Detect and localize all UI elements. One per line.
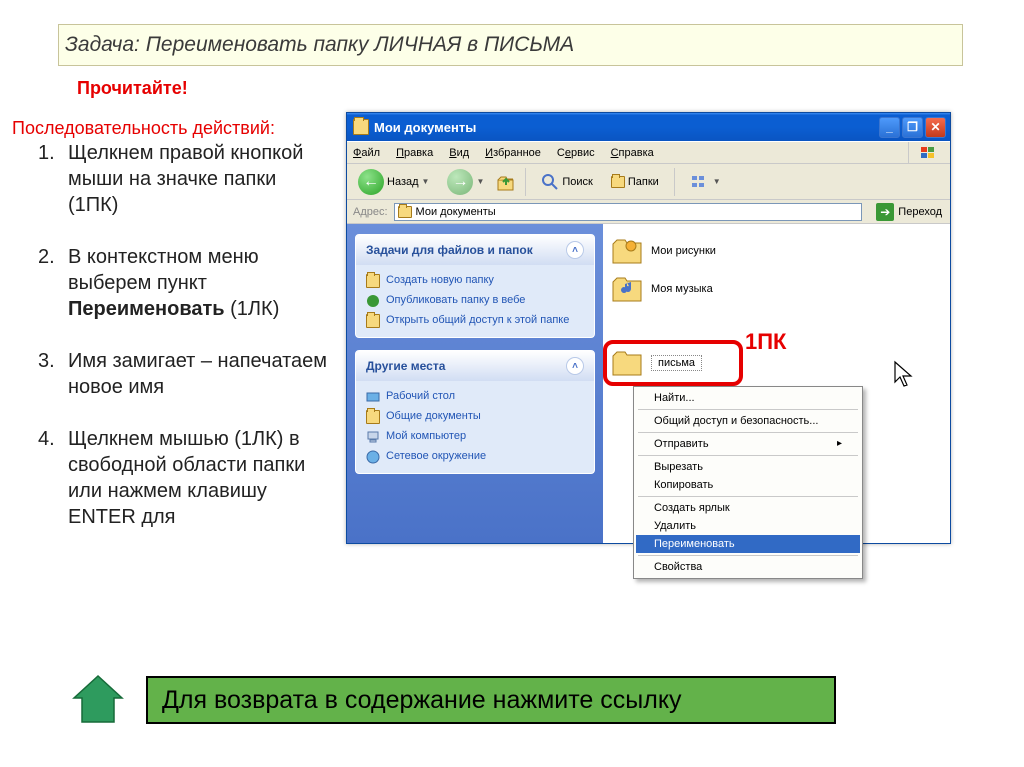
place-network[interactable]: Сетевое окружение [366, 447, 584, 467]
read-heading: Прочитайте! [77, 78, 188, 99]
step-1: Щелкнем правой кнопкой мыши на значке па… [38, 140, 328, 218]
place-my-computer[interactable]: Мой компьютер [366, 427, 584, 447]
search-icon [541, 173, 559, 191]
annotation-1pk: 1ПК [745, 329, 786, 355]
views-button[interactable]: ▼ [683, 170, 728, 194]
folder-icon [353, 119, 369, 135]
folder-view[interactable]: Мои рисунки Моя музыка 1ПК письма Найти.… [603, 224, 950, 543]
ctx-send-to[interactable]: Отправить [636, 435, 860, 453]
folder-music[interactable]: Моя музыка [611, 270, 942, 308]
ctx-properties[interactable]: Свойства [636, 558, 860, 576]
back-icon: ← [358, 169, 384, 195]
forward-button[interactable]: →▼ [440, 166, 491, 198]
window-title: Мои документы [374, 120, 879, 135]
task-share-folder[interactable]: Открыть общий доступ к этой папке [366, 311, 584, 331]
menu-tools[interactable]: Сервис [557, 147, 595, 159]
task-banner: Задача: Переименовать папку ЛИЧНАЯ в ПИС… [58, 24, 963, 66]
folder-rename-input[interactable]: письма [651, 355, 702, 371]
ctx-find[interactable]: Найти... [636, 389, 860, 407]
step-3: Имя замигает – напечатаем новое имя [38, 348, 328, 400]
ctx-delete[interactable]: Удалить [636, 517, 860, 535]
close-button[interactable]: ✕ [925, 117, 946, 138]
address-input[interactable]: Мои документы [394, 203, 863, 221]
task-pane: Задачи для файлов и папок ˄ Создать нову… [347, 224, 603, 543]
cursor-icon [893, 360, 915, 388]
menu-view[interactable]: Вид [449, 147, 469, 159]
collapse-icon[interactable]: ˄ [566, 241, 584, 259]
toolbar: ← Назад▼ →▼ Поиск Папки ▼ [347, 163, 950, 199]
task-publish-web[interactable]: Опубликовать папку в вебе [366, 291, 584, 311]
ctx-copy[interactable]: Копировать [636, 476, 860, 494]
ctx-shortcut[interactable]: Создать ярлык [636, 499, 860, 517]
folder-icon [398, 206, 412, 218]
collapse-icon[interactable]: ˄ [566, 357, 584, 375]
search-button[interactable]: Поиск [534, 170, 599, 194]
ctx-rename[interactable]: Переименовать [636, 535, 860, 553]
minimize-button[interactable]: _ [879, 117, 900, 138]
step-4: Щелкнем мышью (1ЛК) в свободной области … [38, 426, 328, 530]
folder-icon [611, 176, 625, 188]
return-banner[interactable]: Для возврата в содержание нажмите ссылку [146, 676, 836, 724]
forward-icon: → [447, 169, 473, 195]
go-button[interactable]: ➔ Переход [868, 200, 950, 224]
ctx-sharing[interactable]: Общий доступ и безопасность... [636, 412, 860, 430]
explorer-window: Мои документы _ ❐ ✕ Файл Правка Вид Избр… [346, 112, 951, 544]
task-create-folder[interactable]: Создать новую папку [366, 271, 584, 291]
home-icon[interactable] [66, 672, 130, 728]
ctx-cut[interactable]: Вырезать [636, 458, 860, 476]
step-2: В контекстном меню выберем пункт Переиме… [38, 244, 328, 322]
folder-letters-highlighted[interactable]: письма [603, 340, 743, 386]
menu-edit[interactable]: Правка [396, 147, 433, 159]
place-shared-docs[interactable]: Общие документы [366, 407, 584, 427]
other-places-group: Другие места ˄ Рабочий стол Общие докуме… [355, 350, 595, 474]
address-bar: Адрес: Мои документы ➔ Переход [347, 199, 950, 223]
menu-help[interactable]: Справка [611, 147, 654, 159]
views-icon [690, 173, 710, 191]
back-button[interactable]: ← Назад▼ [351, 166, 436, 198]
task-label: Задача: [65, 33, 140, 56]
menu-file[interactable]: Файл [353, 147, 380, 159]
sequence-heading: Последовательность действий: [12, 118, 275, 139]
menu-fav[interactable]: Избранное [485, 147, 541, 159]
windows-flag-icon [908, 142, 946, 164]
context-menu: Найти... Общий доступ и безопасность... … [633, 386, 863, 579]
menu-bar: Файл Правка Вид Избранное Сервис Справка [347, 141, 950, 163]
task-text: Переименовать папку ЛИЧНАЯ в ПИСЬМА [146, 33, 574, 56]
window-titlebar[interactable]: Мои документы _ ❐ ✕ [347, 113, 950, 141]
folder-pictures[interactable]: Мои рисунки [611, 232, 942, 270]
maximize-button[interactable]: ❐ [902, 117, 923, 138]
tasks-group: Задачи для файлов и папок ˄ Создать нову… [355, 234, 595, 338]
up-folder-button[interactable] [495, 171, 517, 193]
place-desktop[interactable]: Рабочий стол [366, 387, 584, 407]
tasks-header[interactable]: Задачи для файлов и папок ˄ [356, 235, 594, 265]
instruction-steps: Щелкнем правой кнопкой мыши на значке па… [38, 140, 328, 556]
address-label: Адрес: [353, 206, 388, 218]
folders-button[interactable]: Папки [604, 173, 666, 191]
places-header[interactable]: Другие места ˄ [356, 351, 594, 381]
go-arrow-icon: ➔ [876, 203, 894, 221]
